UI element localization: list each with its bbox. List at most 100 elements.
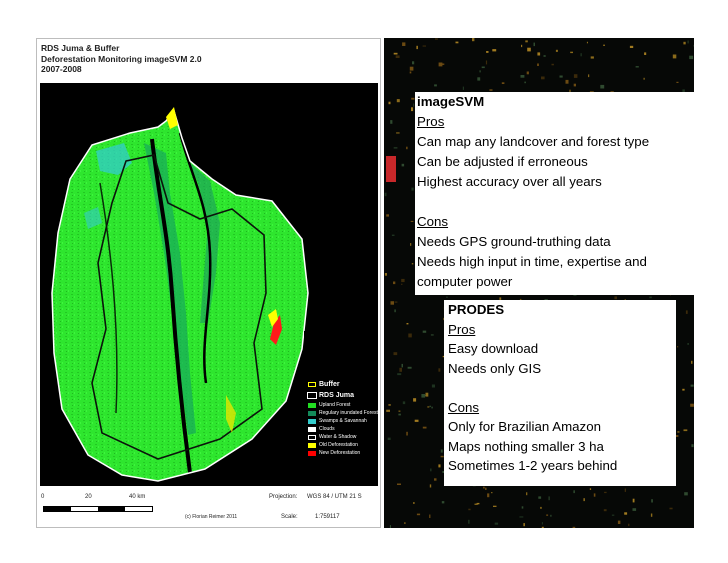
deforestation-speck <box>524 81 526 84</box>
deforestation-speck <box>388 101 391 105</box>
prodes-con-item: Only for Brazilian Amazon <box>448 419 601 434</box>
deforestation-speck <box>525 40 528 43</box>
scale-bar-segment <box>98 507 125 511</box>
deforestation-speck <box>384 192 387 197</box>
deforestation-speck <box>519 516 524 518</box>
deforestation-speck <box>440 449 443 453</box>
deforestation-speck <box>396 99 400 103</box>
deforestation-speck <box>588 74 590 78</box>
legend-label: Regulary inundated Forest <box>319 410 378 416</box>
deforestation-speck <box>440 63 445 65</box>
deforestation-speck <box>408 333 412 338</box>
scale-bar-segment <box>125 507 152 511</box>
deforestation-speck <box>521 506 524 509</box>
imagesvm-cons-heading: Cons <box>417 214 449 229</box>
deforestation-speck <box>399 367 402 372</box>
imagesvm-pro-item: Can be adjusted if erroneous <box>417 154 588 169</box>
deforestation-speck <box>690 384 694 387</box>
deforestation-speck <box>397 483 401 485</box>
deforestation-speck <box>546 514 549 516</box>
deforestation-speck <box>483 486 485 489</box>
deforestation-speck <box>416 45 418 50</box>
deforestation-speck <box>421 394 426 398</box>
deforestation-speck <box>683 429 688 432</box>
deforestation-speck <box>521 44 523 48</box>
deforestation-speck <box>614 296 617 300</box>
deforestation-speck <box>429 514 431 518</box>
legend-swatch <box>308 434 316 440</box>
legend-item: RDS Juma <box>307 390 378 401</box>
deforestation-speck <box>537 63 539 66</box>
deforestation-speck <box>386 214 389 217</box>
deforestation-speck <box>402 401 406 405</box>
deforestation-speck <box>527 47 531 52</box>
prodes-pros-cons-box: PRODES Pros Easy download Needs only GIS… <box>444 300 676 486</box>
legend-swatch <box>307 392 317 399</box>
deforestation-speck <box>676 81 679 83</box>
deforestation-speck <box>406 146 408 150</box>
scale-bar <box>43 506 153 512</box>
map-title-line-1: RDS Juma & Buffer <box>41 43 120 53</box>
deforestation-patch <box>386 156 396 182</box>
deforestation-speck <box>431 384 435 388</box>
legend-label: RDS Juma <box>319 392 355 399</box>
prodes-pros-heading: Pros <box>448 321 476 337</box>
scale-tick-0: 0 <box>41 494 45 500</box>
projection-label: Projection: <box>269 494 298 500</box>
deforestation-speck <box>573 490 575 494</box>
deforestation-speck <box>435 38 438 40</box>
deforestation-speck <box>393 147 398 149</box>
deforestation-speck <box>413 398 417 402</box>
deforestation-speck <box>603 44 605 46</box>
map-legend: Buffer RDS Juma Upland Forest Regulary inun… <box>307 379 378 457</box>
imagesvm-pros-cons-box: imageSVM Pros Can map any landcover and … <box>415 92 695 295</box>
legend-swatch <box>308 410 316 416</box>
deforestation-speck <box>401 163 405 167</box>
deforestation-speck <box>672 54 677 59</box>
deforestation-speck <box>430 334 434 336</box>
prodes-cons-heading: Cons <box>448 399 480 415</box>
map-title-line-2: Deforestation Monitoring imageSVM 2.0 <box>41 53 202 64</box>
deforestation-speck <box>390 120 393 124</box>
deforestation-speck <box>411 187 414 191</box>
scale-tick-40: 40 km <box>129 494 146 500</box>
deforestation-speck <box>540 506 542 509</box>
legend-swatch <box>308 418 316 424</box>
deforestation-speck <box>406 431 408 436</box>
legend-item: Clouds <box>308 425 378 433</box>
deforestation-speck <box>541 522 543 525</box>
deforestation-speck <box>396 132 400 134</box>
deforestation-speck <box>398 413 401 416</box>
imagesvm-pro-item: Can map any landcover and forest type <box>417 134 650 149</box>
legend-label: Clouds <box>319 426 335 432</box>
deforestation-speck <box>541 526 544 528</box>
deforestation-speck <box>391 234 395 236</box>
deforestation-speck <box>573 83 576 87</box>
deforestation-speck <box>402 42 406 46</box>
deforestation-speck <box>429 484 432 488</box>
deforestation-speck <box>617 520 621 524</box>
deforestation-speck <box>687 343 689 345</box>
deforestation-speck <box>580 53 582 57</box>
prodes-con-item: Maps nothing smaller 3 ha <box>448 438 604 454</box>
deforestation-speck <box>501 82 505 84</box>
deforestation-speck <box>624 512 628 515</box>
deforestation-speck <box>677 346 679 348</box>
deforestation-speck <box>583 498 585 502</box>
deforestation-speck <box>455 41 459 44</box>
prodes-title: PRODES <box>448 302 505 317</box>
prodes-pro-item: Needs only GIS <box>448 360 542 376</box>
scale-value: 1:759117 <box>315 514 340 520</box>
deforestation-speck <box>438 368 441 372</box>
deforestation-speck <box>573 74 578 78</box>
deforestation-speck <box>543 55 546 57</box>
deforestation-speck <box>493 505 497 507</box>
deforestation-speck <box>414 419 419 422</box>
deforestation-speck <box>413 502 415 504</box>
deforestation-speck <box>398 410 401 412</box>
deforestation-speck <box>611 514 615 516</box>
deforestation-speck <box>468 508 471 511</box>
deforestation-speck <box>425 392 429 397</box>
map-credit: (c) Florian Reimer 2011 <box>185 514 238 520</box>
deforestation-speck <box>410 220 414 222</box>
